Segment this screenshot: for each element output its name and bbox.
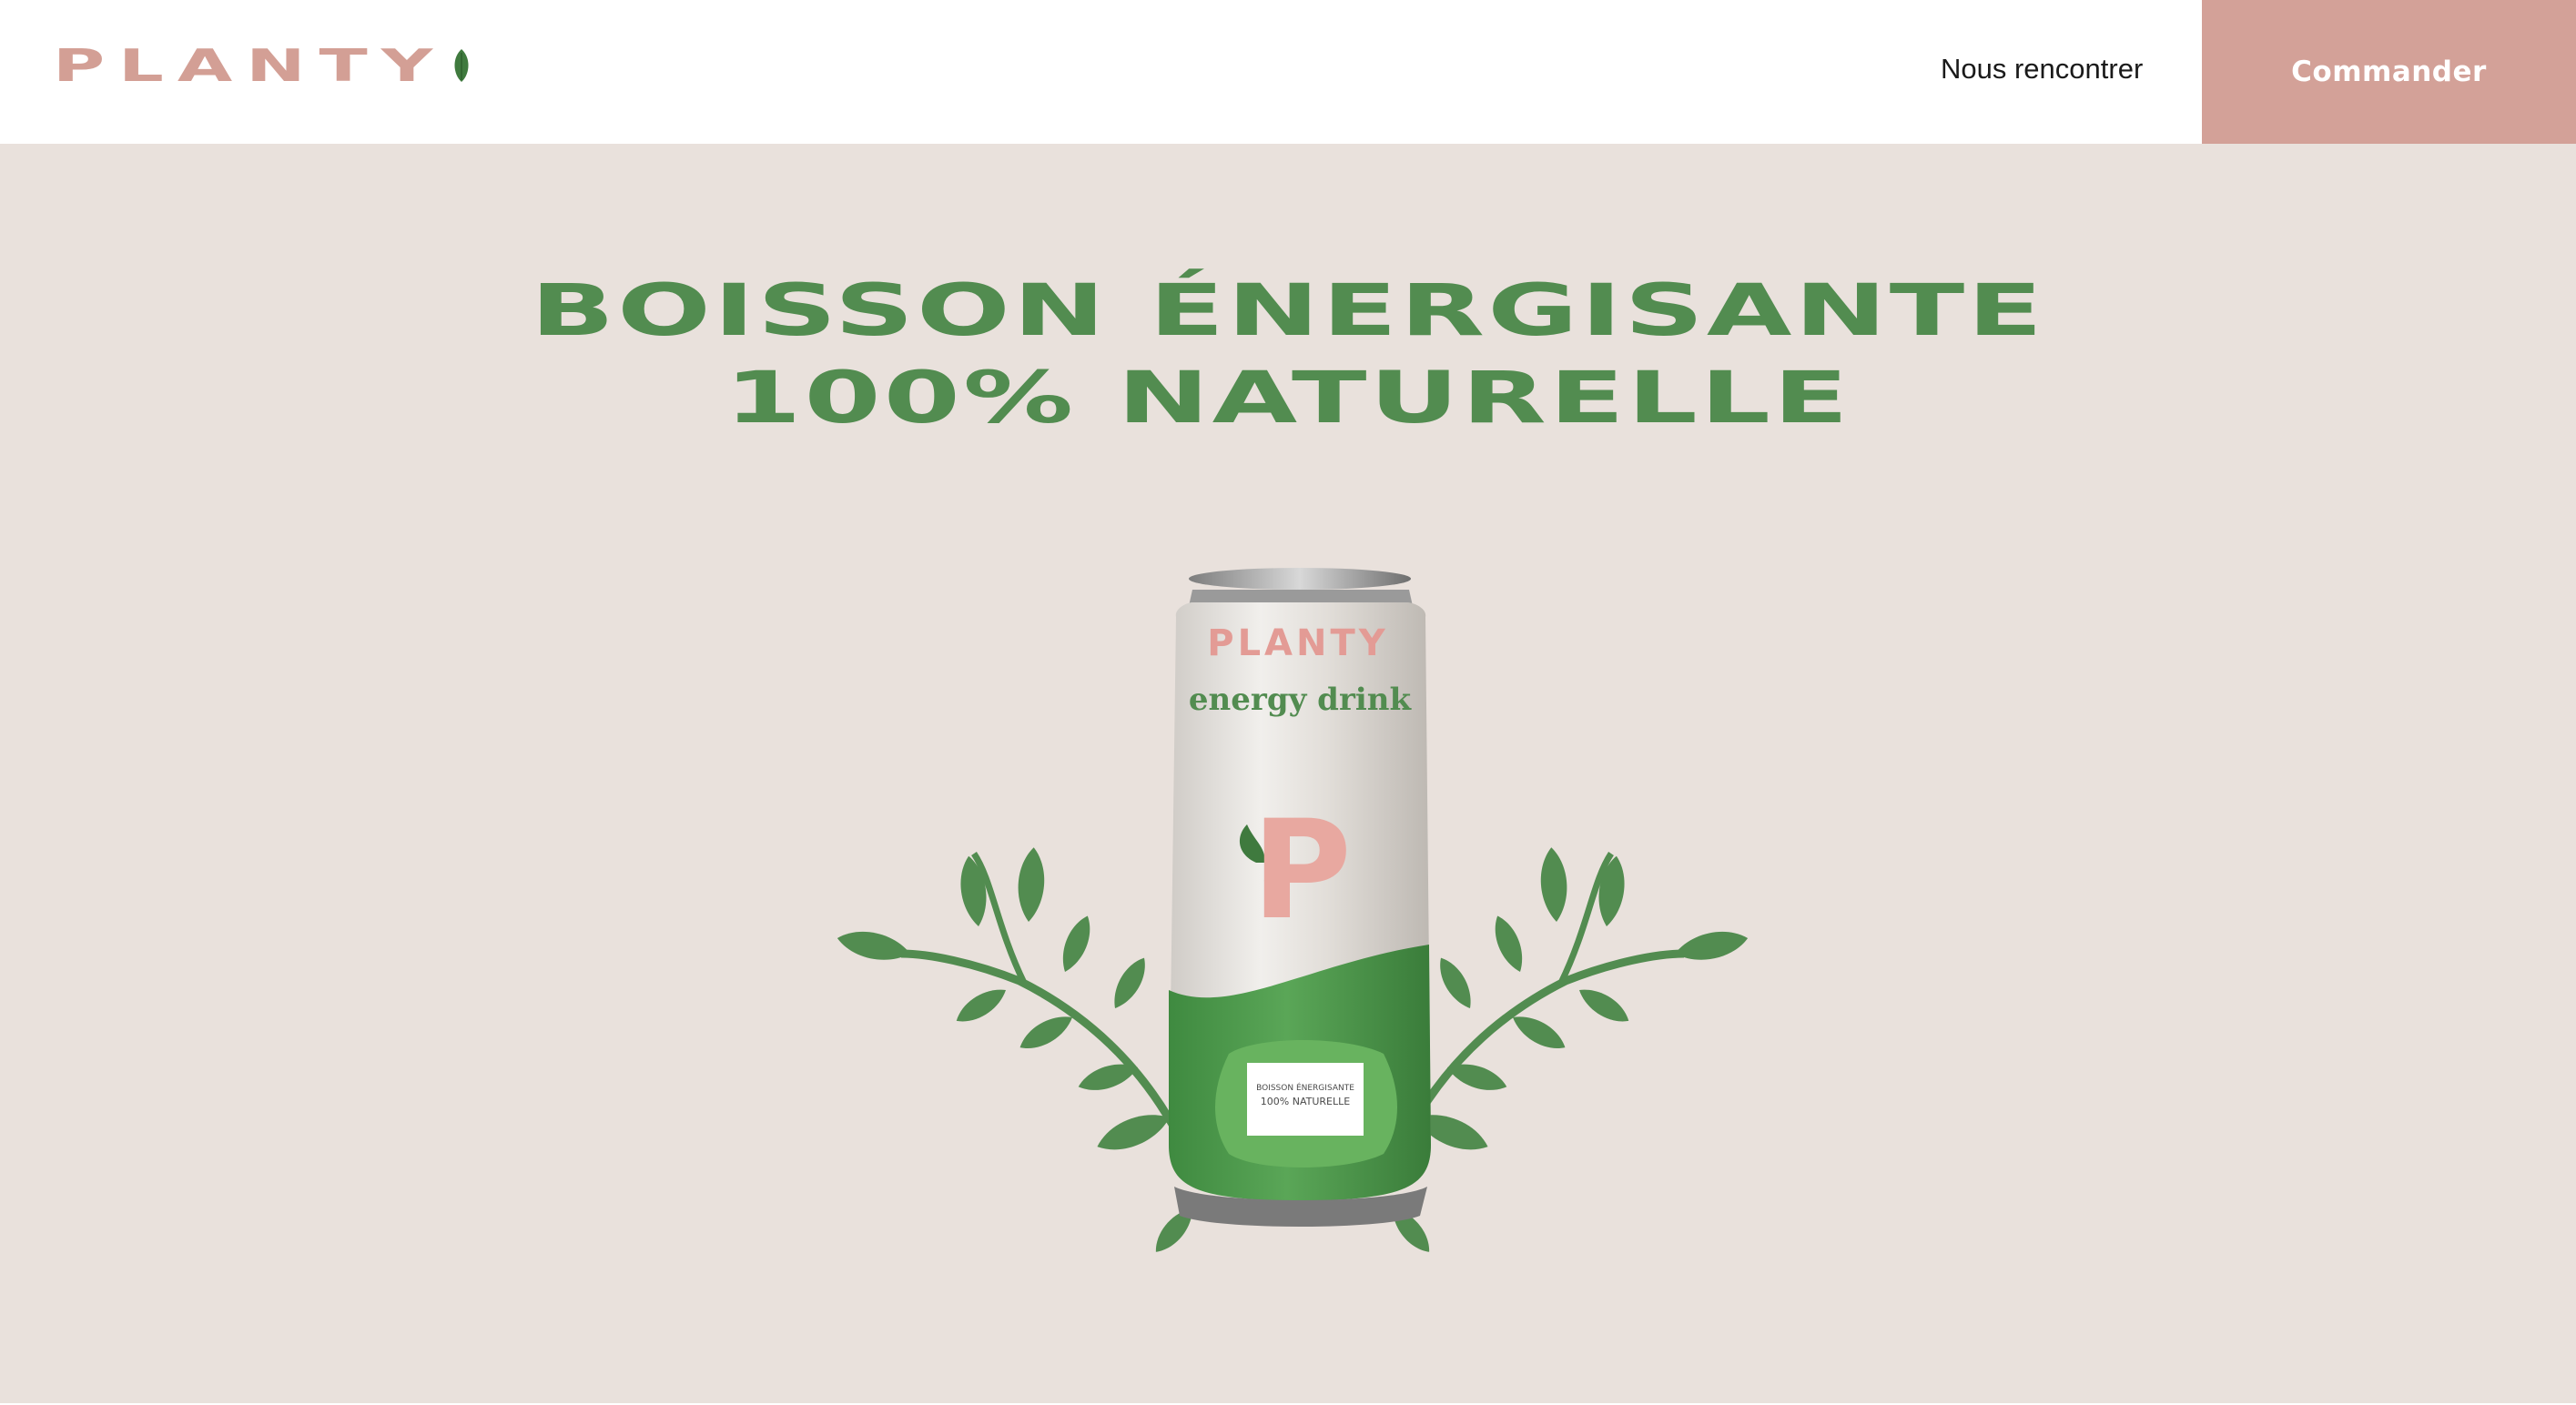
hero-section: BOISSON ÉNERGISANTE 100% NATURELLE PLANT… bbox=[0, 144, 2576, 1405]
left-branch bbox=[834, 846, 1201, 1258]
hero-headline: BOISSON ÉNERGISANTE 100% NATURELLE bbox=[0, 268, 2576, 442]
can-emblem: P bbox=[1239, 792, 1352, 950]
can-label: BOISSON ÉNERGISANTE 100% NATURELLE bbox=[1215, 1040, 1397, 1167]
site-header: PLANTY Nous rencontrer Commander bbox=[0, 0, 2576, 144]
energy-drink-can: PLANTY energy drink P BOISSON ÉNERGISANT… bbox=[1169, 568, 1431, 1227]
brand-logo[interactable]: PLANTY bbox=[53, 44, 469, 89]
can-brand-text: PLANTY bbox=[1207, 622, 1389, 664]
brand-name: PLANTY bbox=[53, 40, 447, 93]
headline-line-2: 100% NATURELLE bbox=[725, 358, 1851, 440]
svg-text:100% NATURELLE: 100% NATURELLE bbox=[1261, 1096, 1350, 1107]
can-subtitle-text: energy drink bbox=[1189, 682, 1413, 718]
headline-line-1: BOISSON ÉNERGISANTE bbox=[530, 270, 2046, 352]
right-branch bbox=[1384, 846, 1751, 1258]
order-button[interactable]: Commander bbox=[2202, 0, 2576, 144]
svg-text:P: P bbox=[1252, 792, 1352, 950]
svg-text:BOISSON ÉNERGISANTE: BOISSON ÉNERGISANTE bbox=[1256, 1082, 1354, 1093]
product-illustration: PLANTY energy drink P BOISSON ÉNERGISANT… bbox=[834, 568, 1751, 1258]
nav-meet-link[interactable]: Nous rencontrer bbox=[1941, 53, 2143, 86]
leaf-icon bbox=[454, 49, 469, 82]
